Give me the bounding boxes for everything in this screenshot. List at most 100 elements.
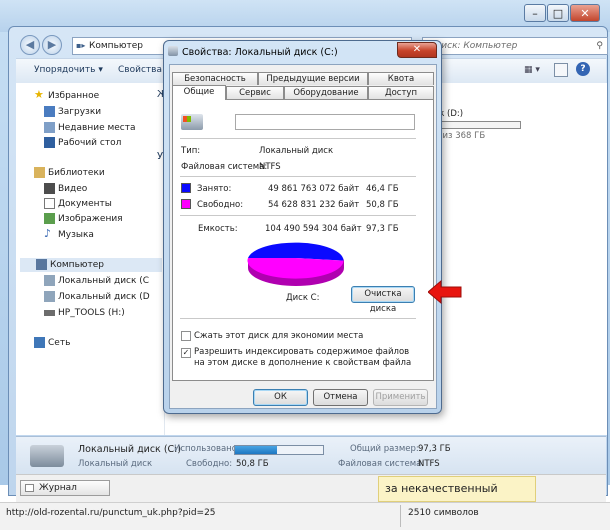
fs-label: Файловая система: — [181, 162, 268, 172]
sidebar-item-images[interactable]: Изображения — [44, 212, 123, 226]
free-label: Свободно: — [197, 200, 244, 210]
status-drive-name: Локальный диск (С:) — [78, 444, 182, 455]
disk-label: Диск С: — [286, 293, 320, 303]
capacity-gb: 97,3 ГБ — [366, 224, 399, 234]
tab-general[interactable]: Общие — [172, 85, 226, 100]
music-note-icon: ♪ — [44, 227, 52, 240]
view-options-icon[interactable]: ▦ ▾ — [524, 65, 540, 75]
sidebar-item-favorites[interactable]: ★ Избранное — [34, 89, 99, 103]
fs-value: NTFS — [259, 162, 281, 172]
status-drive-type: Локальный диск — [78, 459, 153, 469]
sidebar-item-documents[interactable]: Документы — [44, 197, 112, 211]
status-free-label: Свободно: — [186, 459, 233, 469]
tab-service[interactable]: Сервис — [226, 86, 284, 99]
status-usage-bar — [234, 445, 324, 455]
computer-icon — [36, 259, 47, 270]
sidebar-item-downloads[interactable]: Загрузки — [44, 105, 101, 119]
tab-quota[interactable]: Квота — [368, 72, 434, 85]
apply-button[interactable]: Применить — [373, 389, 428, 406]
windows-logo-icon — [183, 116, 191, 122]
compress-label: Сжать этот диск для экономии места — [194, 331, 364, 341]
type-value: Локальный диск — [259, 146, 334, 156]
status-used-label: Использовано: — [174, 444, 240, 454]
images-icon — [44, 213, 55, 224]
index-checkbox[interactable]: ✓ — [181, 348, 191, 358]
free-color-swatch — [181, 199, 191, 209]
libraries-icon — [34, 167, 45, 178]
dialog-title: Свойства: Локальный диск (С:) — [182, 47, 338, 58]
help-icon[interactable]: ? — [576, 62, 590, 76]
search-placeholder: Поиск: Компьютер — [429, 41, 518, 51]
index-label: Разрешить индексировать содержимое файло… — [194, 347, 412, 368]
organize-button[interactable]: Упорядочить ▾ — [34, 65, 103, 75]
close-icon[interactable]: ✕ — [397, 42, 437, 58]
search-icon: ⚲ — [596, 41, 603, 51]
properties-button[interactable]: Свойства — [118, 65, 162, 75]
preview-pane-icon[interactable] — [554, 63, 568, 77]
status-free-value: 50,8 ГБ — [236, 459, 269, 469]
video-icon — [44, 183, 55, 194]
back-arrow-icon[interactable]: ◀ — [20, 35, 40, 55]
bg-minimize-button[interactable]: – — [524, 4, 546, 22]
sidebar-item-desktop[interactable]: Рабочий стол — [44, 136, 121, 150]
sidebar-item-computer[interactable]: Компьютер — [20, 258, 162, 272]
free-bytes: 54 628 831 232 байт — [268, 200, 360, 210]
status-char-count: 2510 символов — [408, 508, 479, 518]
sidebar-item-video[interactable]: Видео — [44, 182, 87, 196]
used-gb: 46,4 ГБ — [366, 184, 399, 194]
sidebar-item-network[interactable]: Сеть — [34, 336, 70, 350]
cancel-button[interactable]: Отмена — [313, 389, 368, 406]
sidebar-item-hp-tools[interactable]: HP_TOOLS (H:) — [44, 306, 125, 320]
bg-maximize-button[interactable]: □ — [547, 4, 569, 22]
type-label: Тип: — [181, 146, 201, 156]
tab-security[interactable]: Безопасность — [172, 72, 258, 85]
pie-used-slice — [248, 242, 344, 261]
status-usage-fill — [235, 446, 277, 454]
sidebar-item-local-c[interactable]: Локальный диск (С — [44, 274, 149, 288]
tab-sharing[interactable]: Доступ — [368, 86, 434, 99]
hard-drive-icon — [44, 291, 55, 302]
tab-previous-versions[interactable]: Предыдущие версии — [258, 72, 368, 85]
divider — [180, 318, 416, 319]
journal-button[interactable]: Журнал — [20, 480, 110, 496]
status-url: http://old-rozental.ru/punctum_uk.php?pi… — [6, 508, 216, 518]
divider — [180, 215, 416, 216]
search-input[interactable]: Поиск: Компьютер ⚲ — [422, 37, 608, 55]
documents-icon — [44, 198, 55, 209]
sidebar-item-recent[interactable]: Недавние места — [44, 121, 136, 135]
capacity-bytes: 104 490 594 304 байт — [265, 224, 362, 234]
used-bytes: 49 861 763 072 байт — [268, 184, 360, 194]
tab-hardware[interactable]: Оборудование — [284, 86, 368, 99]
red-arrow-icon — [428, 280, 462, 304]
drive-title-icon — [168, 46, 178, 56]
sidebar-item-local-d[interactable]: Локальный диск (D — [44, 290, 150, 304]
disk-usage-pie — [247, 242, 344, 286]
sidebar-item-libraries[interactable]: Библиотеки — [34, 166, 105, 180]
star-icon: ★ — [34, 88, 44, 101]
drive-name-input[interactable] — [235, 114, 415, 130]
divider — [180, 176, 416, 177]
status-divider — [400, 505, 401, 527]
recent-places-icon — [44, 122, 55, 133]
used-color-swatch — [181, 183, 191, 193]
ad-banner[interactable]: за некачественный материал — [378, 476, 536, 519]
bg-close-button[interactable]: ✕ — [570, 4, 600, 22]
computer-small-icon: ▪▸ — [76, 41, 86, 50]
sidebar-item-music[interactable]: ♪ Музыка — [44, 228, 94, 242]
hard-drive-large-icon — [30, 445, 64, 467]
navigation-pane: ★ Избранное Загрузки Недавние места Рабо… — [16, 83, 164, 435]
disk-d-usage-bar — [429, 121, 521, 129]
desktop-icon — [44, 137, 55, 148]
compress-checkbox[interactable] — [181, 331, 191, 341]
disk-cleanup-button[interactable]: Очистка диска — [351, 286, 415, 314]
status-fs-value: NTFS — [418, 459, 440, 469]
status-fs-label: Файловая система: — [338, 459, 425, 469]
downloads-icon — [44, 106, 55, 117]
hard-drive-icon — [44, 275, 55, 286]
forward-arrow-icon[interactable]: ▶ — [42, 35, 62, 55]
ok-button[interactable]: ОК — [253, 389, 308, 406]
drive-icon — [44, 310, 55, 316]
browser-status-bar: http://old-rozental.ru/punctum_uk.php?pi… — [0, 502, 610, 530]
journal-icon — [25, 484, 34, 492]
network-icon — [34, 337, 45, 348]
